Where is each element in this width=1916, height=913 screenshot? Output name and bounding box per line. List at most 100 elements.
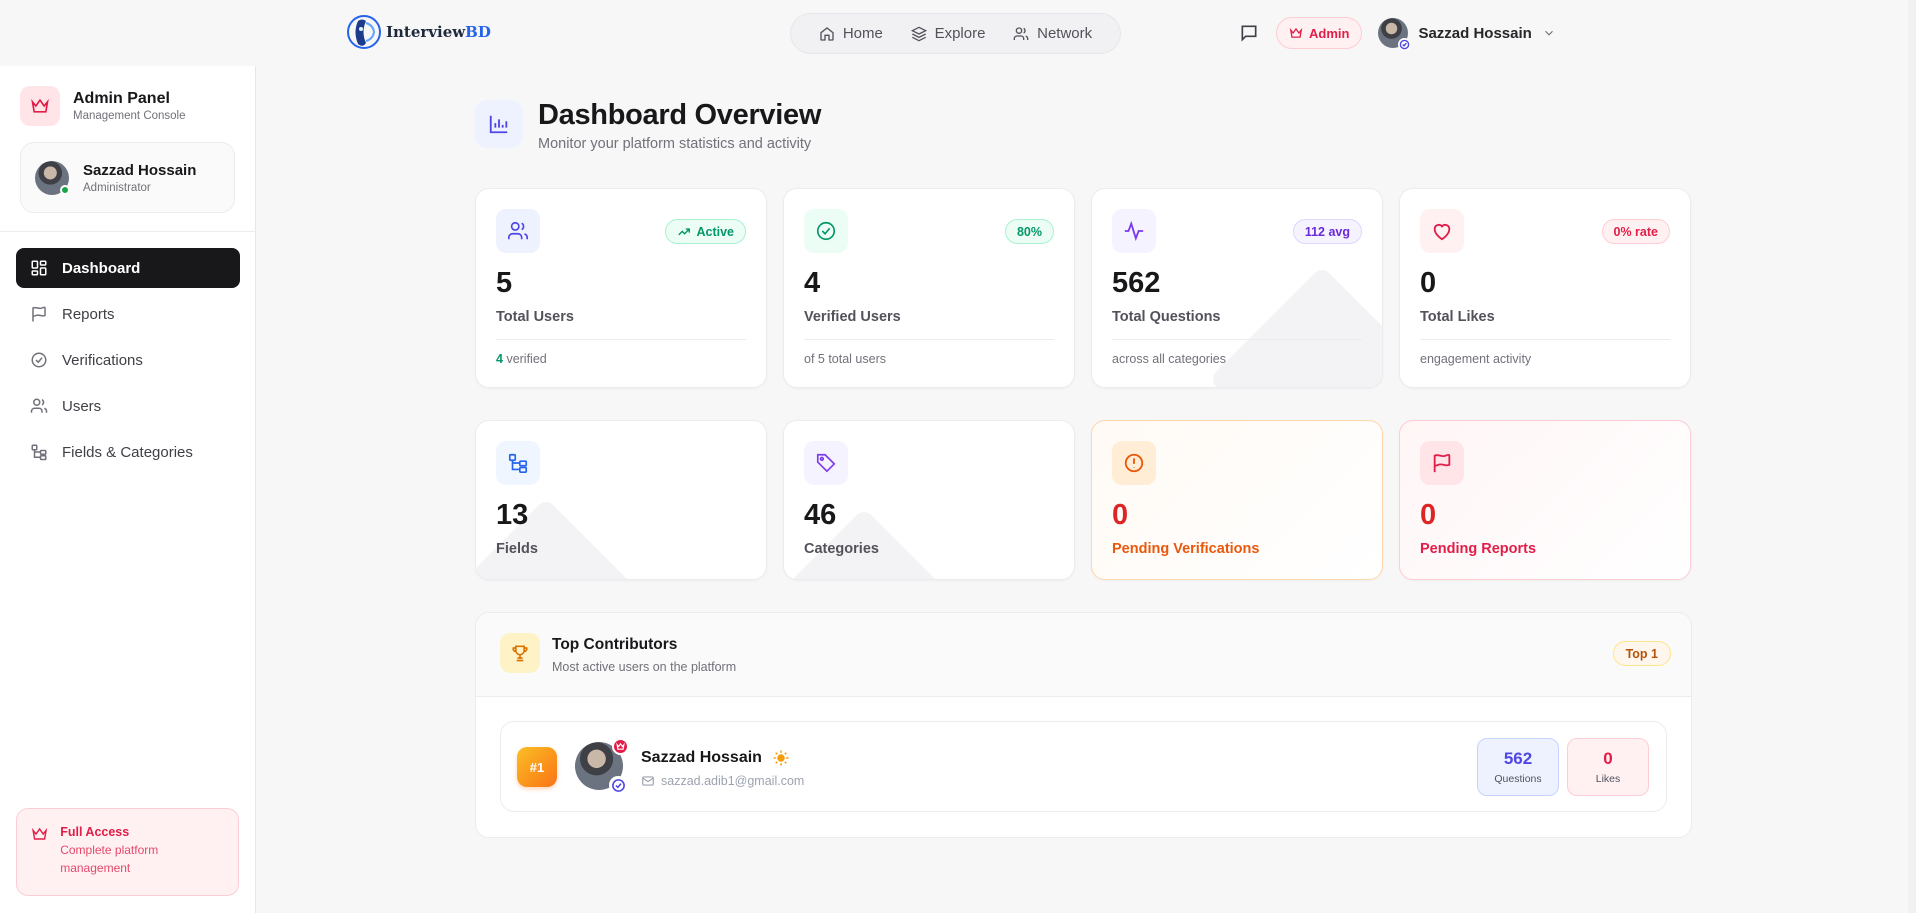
questions-count: 562 [1503, 749, 1533, 768]
stat-card-total-questions[interactable]: 112 avg 562 Total Questions across all c… [1091, 188, 1383, 388]
sidebar-subtitle: Management Console [73, 110, 186, 122]
stat-value: 5 [496, 267, 513, 299]
page-scrollbar[interactable] [1908, 0, 1916, 913]
trophy-icon [512, 645, 528, 662]
contributor-row[interactable]: #1 Sazzad Hossain sazzad.adib1@gmail.com… [500, 721, 1667, 812]
nav-network[interactable]: Network [1013, 25, 1092, 42]
sidebar-item-label: Fields & Categories [62, 443, 193, 461]
stat-label: Fields [496, 541, 538, 557]
status-badge: 80% [1004, 219, 1054, 244]
divider [1420, 339, 1670, 340]
users-icon-box [496, 209, 540, 253]
tree-icon [31, 444, 47, 461]
nav-explore[interactable]: Explore [910, 25, 986, 42]
sidebar-item-fields-categories[interactable]: Fields & Categories [16, 432, 240, 472]
status-badge: 112 avg [1292, 219, 1362, 244]
likes-count: 0 [1603, 749, 1613, 768]
activity-icon-box [1112, 209, 1156, 253]
check-circle-icon [31, 352, 47, 368]
sidebar-item-label: Verifications [62, 351, 143, 369]
users-icon [508, 221, 528, 240]
user-name: Sazzad Hossain [1418, 24, 1532, 42]
activity-icon [1124, 220, 1144, 242]
user-menu[interactable]: Sazzad Hossain [1378, 18, 1555, 51]
stat-value: 46 [804, 499, 837, 531]
stat-value: 0 [1420, 499, 1437, 531]
contributor-email: sazzad.adib1@gmail.com [661, 774, 805, 788]
messages-button[interactable] [1236, 16, 1262, 50]
check-circle-icon [816, 221, 836, 241]
stat-label: Pending Verifications [1112, 541, 1260, 557]
questions-label: Questions [1494, 773, 1542, 785]
stat-card-pending-verifications[interactable]: 0 Pending Verifications [1091, 420, 1383, 580]
page-subtitle: Monitor your platform statistics and act… [538, 136, 812, 152]
sidebar-user-role: Administrator [83, 181, 151, 194]
sidebar-item-reports[interactable]: Reports [16, 294, 240, 334]
crown-icon [31, 98, 49, 113]
users-icon [1013, 26, 1029, 40]
sidebar-item-dashboard[interactable]: Dashboard [16, 248, 240, 288]
tree-icon-box [496, 441, 540, 485]
top-contributors-subtitle: Most active users on the platform [552, 660, 737, 674]
top-contributors-header: Top Contributors Most active users on th… [476, 613, 1691, 697]
likes-stat: 0 Likes [1567, 738, 1649, 796]
full-access-card: Full Access Complete platform management [16, 808, 239, 896]
stat-card-total-users[interactable]: Active 5 Total Users 4 verified [475, 188, 767, 388]
decorative-shape [1208, 265, 1382, 387]
stat-footnote: 4 verified [496, 352, 547, 366]
crown-icon [1289, 27, 1303, 38]
nav-home[interactable]: Home [819, 25, 883, 42]
mail-icon [642, 776, 654, 786]
stat-label: Verified Users [804, 309, 901, 325]
bar-chart-icon [489, 115, 508, 134]
alert-circle-icon [1124, 453, 1144, 473]
sidebar-menu: Dashboard Reports Verifications Users Fi… [16, 248, 240, 478]
questions-stat: 562 Questions [1477, 738, 1559, 796]
verified-icon [1398, 38, 1412, 51]
stat-card-categories[interactable]: 46 Categories [783, 420, 1075, 580]
stat-card-fields[interactable]: 13 Fields [475, 420, 767, 580]
page-title: Dashboard Overview [538, 99, 822, 131]
stat-card-pending-reports[interactable]: 0 Pending Reports [1399, 420, 1691, 580]
top-count-badge: Top 1 [1612, 641, 1671, 666]
sidebar-item-label: Reports [62, 305, 115, 323]
status-badge: Active [665, 219, 746, 244]
avatar [1378, 18, 1412, 51]
sun-icon [773, 750, 789, 766]
stat-card-total-likes[interactable]: 0% rate 0 Total Likes engagement activit… [1399, 188, 1691, 388]
sidebar-item-label: Users [62, 397, 102, 415]
tag-icon [816, 453, 836, 473]
brand-mark-icon [347, 15, 381, 49]
brand-logo[interactable]: InterviewBD [346, 13, 491, 51]
sidebar-item-verifications[interactable]: Verifications [16, 340, 240, 380]
contributor-email-line: sazzad.adib1@gmail.com [641, 774, 804, 788]
nav-explore-label: Explore [934, 25, 986, 42]
full-access-desc: Complete platform management [60, 843, 159, 875]
nav-home-label: Home [842, 25, 883, 42]
full-access-title: Full Access [60, 825, 130, 839]
tag-icon-box [804, 441, 848, 485]
admin-badge[interactable]: Admin [1276, 17, 1363, 49]
rank-badge: #1 [517, 747, 557, 787]
contributor-name-line: Sazzad Hossain [641, 749, 790, 767]
stat-label: Categories [804, 541, 879, 557]
sidebar-user-name: Sazzad Hossain [83, 161, 197, 179]
admin-badge-label: Admin [1309, 25, 1350, 41]
message-icon [1241, 25, 1257, 42]
crown-icon [612, 738, 629, 755]
brand-name: InterviewBD [386, 23, 491, 41]
sidebar: Admin Panel Management Console Sazzad Ho… [0, 66, 256, 913]
contributor-name[interactable]: Sazzad Hossain [641, 749, 762, 767]
sidebar-user-card: Sazzad Hossain Administrator [20, 142, 235, 213]
stat-value: 13 [496, 499, 529, 531]
top-contributors-title: Top Contributors [552, 636, 678, 653]
divider [804, 339, 1054, 340]
crown-icon-box [20, 86, 60, 126]
status-badge: 0% rate [1601, 219, 1670, 244]
stat-card-verified-users[interactable]: 80% 4 Verified Users of 5 total users [783, 188, 1075, 388]
flag-icon-box [1420, 441, 1464, 485]
sidebar-item-users[interactable]: Users [16, 386, 240, 426]
main-nav: Home Explore Network [790, 13, 1121, 54]
avatar [35, 160, 70, 195]
stat-footnote: of 5 total users [804, 352, 886, 366]
